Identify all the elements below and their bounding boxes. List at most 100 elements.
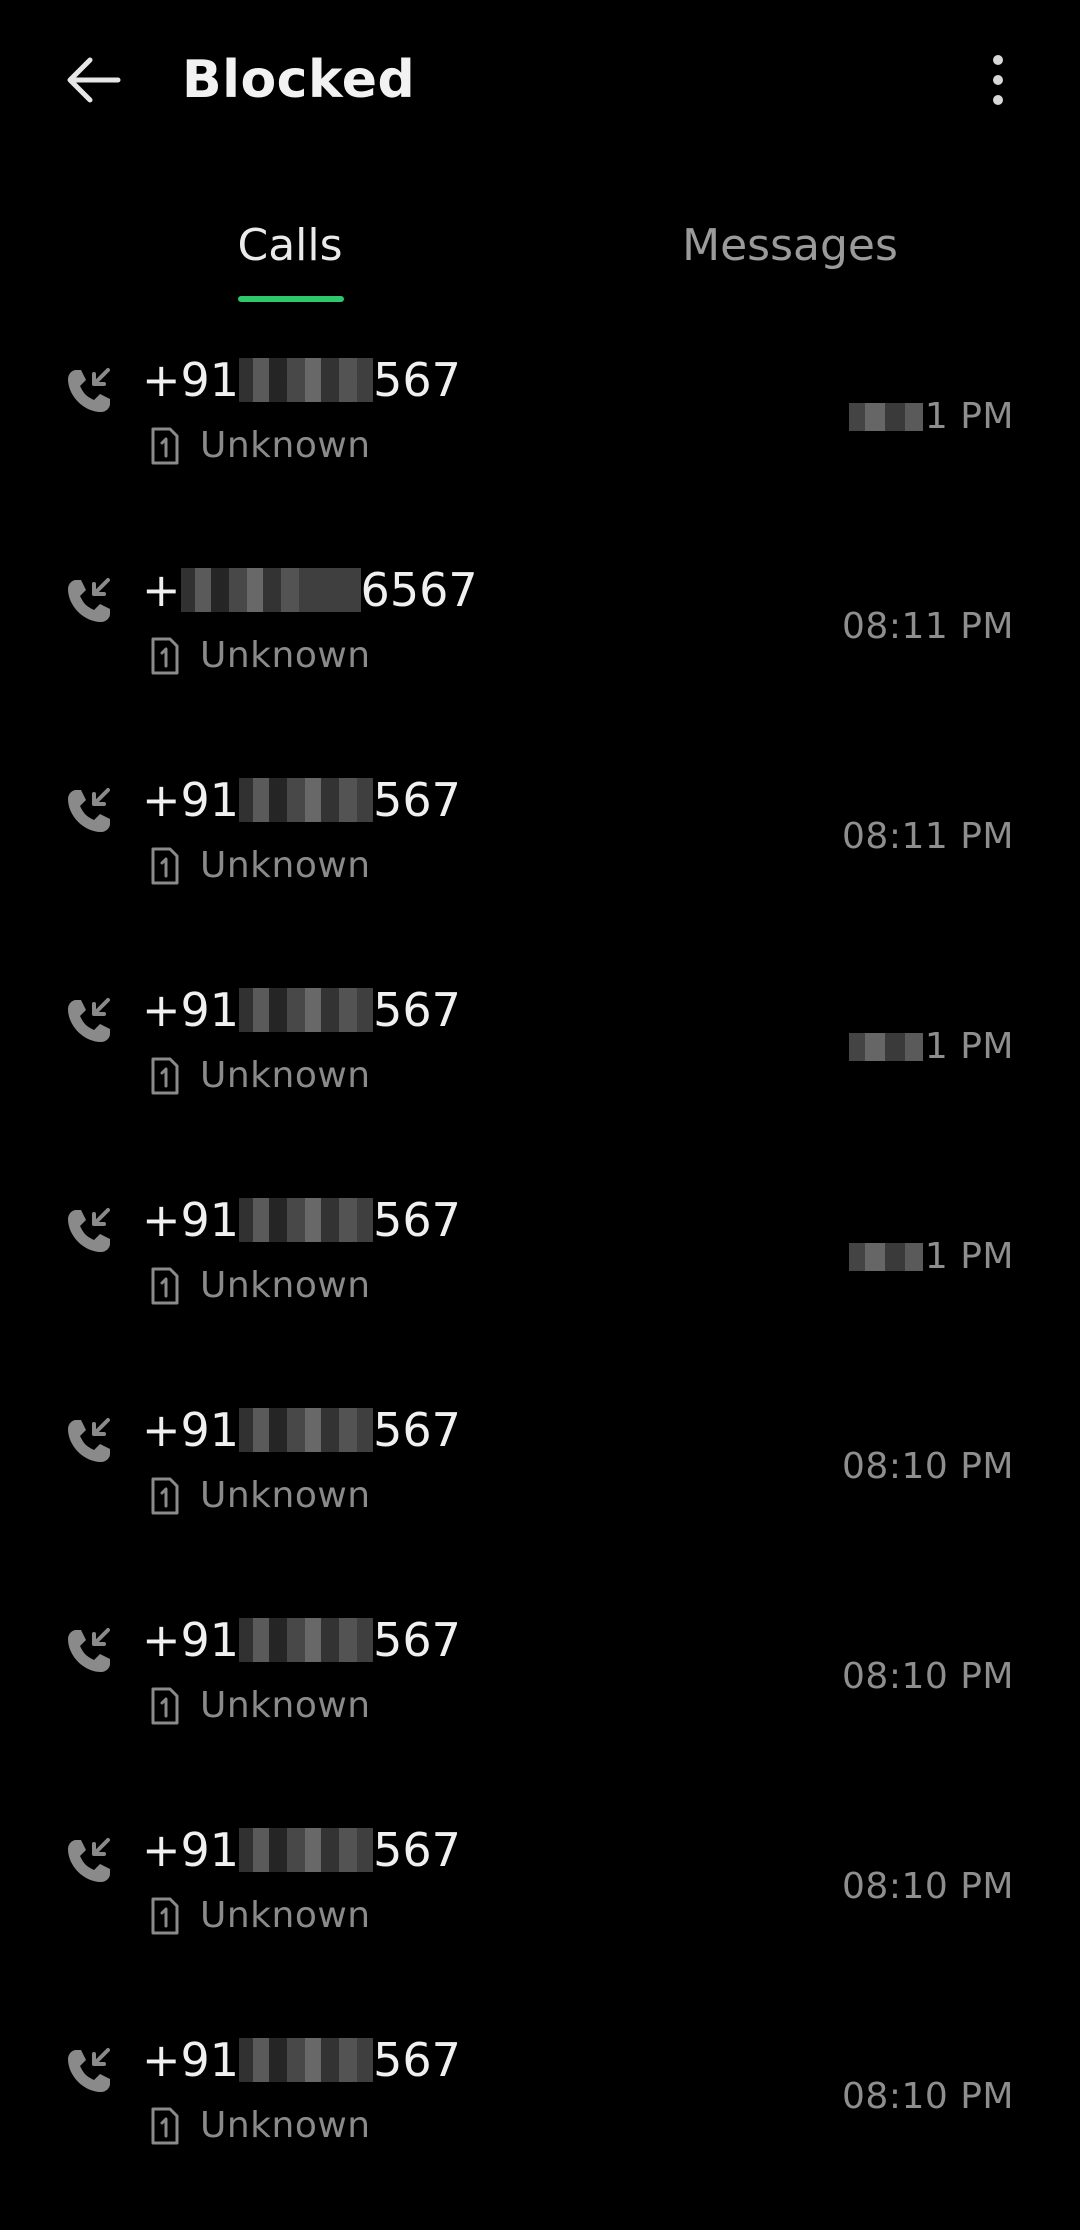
call-time: 08:10 PM [842,2072,1014,2122]
phone-number: +91 567 [142,1610,461,1670]
sim-1-icon [151,1897,179,1935]
number-prefix: +91 [142,1823,240,1877]
call-time: 08:11 PM [842,812,1014,862]
redacted-digits [239,988,374,1032]
sim-1-icon [151,1057,179,1095]
back-arrow-icon [67,57,121,103]
sim-1-icon [151,427,179,465]
call-row[interactable]: +91 567 Unknown 08:11 PM [0,760,1080,970]
call-row[interactable]: +91 567 Unknown 1 PM [0,340,1080,550]
sim-label: Unknown [200,1055,371,1096]
call-time: 08:10 PM [842,1862,1014,1912]
blocked-calls-list: +91 567 Unknown 1 PM +6567 Unknown 08:11 … [0,340,1080,2230]
sim-info: Unknown [150,1684,371,1728]
sim-info: Unknown [150,1474,371,1518]
sim-info: Unknown [150,1264,371,1308]
sim-info: Unknown [150,634,371,678]
call-time-text: 1 PM [924,1026,1014,1067]
blocked-call-icon [68,1628,110,1672]
call-row[interactable]: +91 567 Unknown 1 PM [0,970,1080,1180]
blocked-call-icon [68,1208,110,1252]
back-button[interactable] [52,38,136,122]
call-time: 08:10 PM [842,1442,1014,1492]
number-prefix: +91 [142,1193,240,1247]
call-row[interactable]: +6567 Unknown 08:11 PM [0,550,1080,760]
phone-number: +6567 [142,560,478,620]
blocked-call-icon [68,1418,110,1462]
blocked-call-icon [68,578,110,622]
call-time: 1 PM [848,392,1014,442]
call-time: 1 PM [848,1232,1014,1282]
blocked-call-icon [68,2048,110,2092]
blocked-call-icon [68,1838,110,1882]
phone-number: +91 567 [142,1190,461,1250]
call-row[interactable]: +91 567 Unknown 08:10 PM [0,1810,1080,2020]
number-suffix: 567 [373,1193,461,1247]
app-bar: Blocked [0,0,1080,160]
sim-label: Unknown [200,1685,371,1726]
phone-number: +91 567 [142,2030,461,2090]
call-time-text: 08:11 PM [842,606,1014,647]
number-prefix: +91 [142,2033,240,2087]
call-time: 08:10 PM [842,1652,1014,1702]
tab-calls[interactable]: Calls [190,216,390,286]
number-prefix: +91 [142,983,240,1037]
number-prefix: +91 [142,1403,240,1457]
call-time-text: 1 PM [924,396,1014,437]
redacted-time [848,1243,923,1271]
number-prefix: + [142,563,181,617]
blocked-call-icon [68,788,110,832]
call-row[interactable]: +91 567 Unknown 08:10 PM [0,1600,1080,1810]
number-suffix: 567 [373,1823,461,1877]
sim-label: Unknown [200,1475,371,1516]
blocked-call-icon [68,368,110,412]
redacted-digits [239,778,374,822]
sim-label: Unknown [200,1895,371,1936]
tab-bar: Calls Messages [0,200,1080,310]
sim-label: Unknown [200,425,371,466]
redacted-time [848,1033,923,1061]
sim-1-icon [151,637,179,675]
call-time-text: 1 PM [924,1236,1014,1277]
number-suffix: 6567 [360,563,478,617]
number-suffix: 567 [373,1613,461,1667]
sim-1-icon [151,1477,179,1515]
sim-1-icon [151,1267,179,1305]
call-time-text: 08:10 PM [842,1656,1014,1697]
sim-info: Unknown [150,1894,371,1938]
phone-number: +91 567 [142,1400,461,1460]
call-time-text: 08:10 PM [842,2076,1014,2117]
more-options-button[interactable] [956,38,1040,122]
number-suffix: 567 [373,2033,461,2087]
call-row[interactable]: +91 567 Unknown 08:10 PM [0,1390,1080,1600]
phone-number: +91 567 [142,980,461,1040]
call-row[interactable]: +91 567 Unknown 08:10 PM [0,2020,1080,2230]
blocked-call-icon [68,998,110,1042]
call-time-text: 08:10 PM [842,1446,1014,1487]
sim-label: Unknown [200,1265,371,1306]
sim-info: Unknown [150,1054,371,1098]
number-prefix: +91 [142,1613,240,1667]
selected-tab-indicator [238,296,344,302]
number-prefix: +91 [142,773,240,827]
call-row[interactable]: +91 567 Unknown 1 PM [0,1180,1080,1390]
redacted-digits [239,358,374,402]
sim-1-icon [151,2107,179,2145]
redacted-digits [239,1618,374,1662]
redacted-digits [239,1408,374,1452]
number-suffix: 567 [373,773,461,827]
redacted-digits [239,1198,374,1242]
redacted-digits [239,1828,374,1872]
call-time: 1 PM [848,1022,1014,1072]
sim-info: Unknown [150,424,371,468]
number-suffix: 567 [373,353,461,407]
tab-messages[interactable]: Messages [660,216,920,286]
number-suffix: 567 [373,983,461,1037]
phone-number: +91 567 [142,350,461,410]
sim-info: Unknown [150,844,371,888]
redacted-digits [180,568,361,612]
page-title: Blocked [182,50,416,110]
number-prefix: +91 [142,353,240,407]
sim-1-icon [151,847,179,885]
redacted-time [848,403,923,431]
